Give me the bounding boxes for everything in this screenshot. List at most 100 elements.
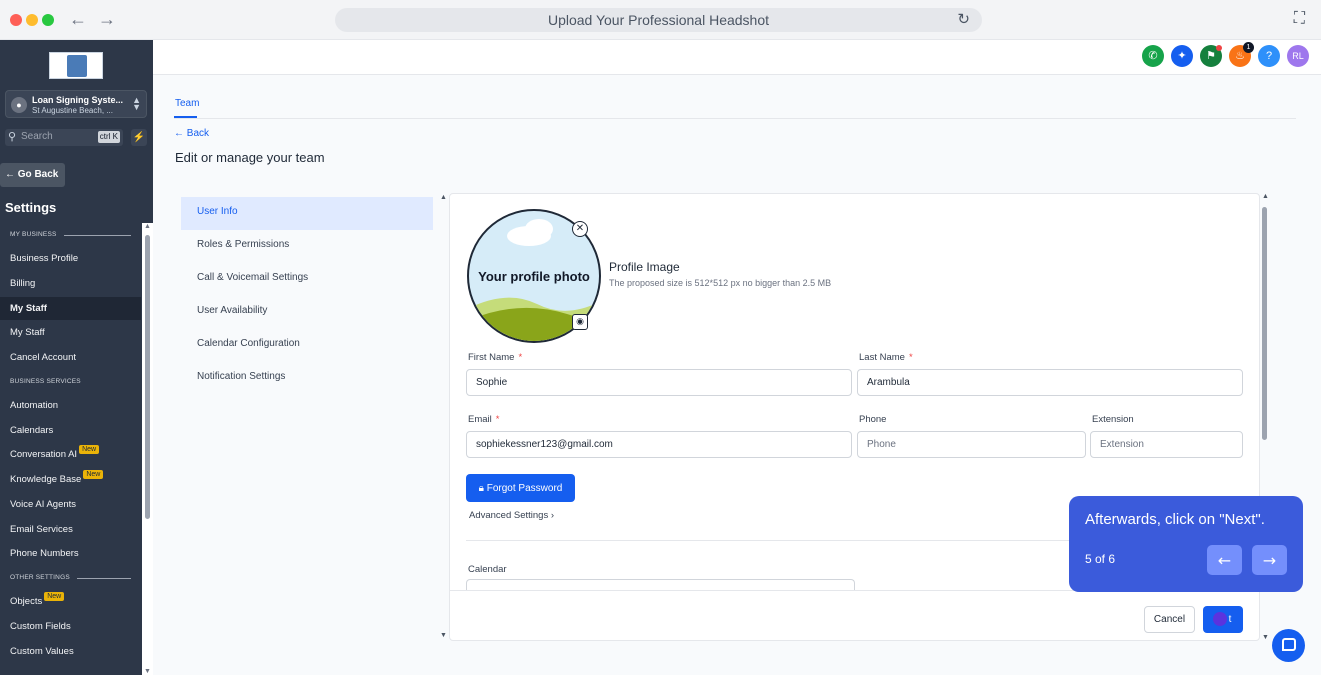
page-title: Edit or manage your team xyxy=(175,150,325,165)
section-other-settings: OTHER SETTINGS xyxy=(10,574,70,581)
page-title-in-address-bar: Upload Your Professional Headshot xyxy=(547,12,770,28)
sidebar-item-knowledge-base[interactable]: Knowledge Base New xyxy=(0,468,141,491)
email-field[interactable] xyxy=(466,431,852,458)
chevron-updown-icon: ▲ ▼ xyxy=(132,95,141,112)
profile-photo-text: Your profile photo xyxy=(478,269,590,284)
sidebar-search[interactable]: ⚲ Search ctrl K xyxy=(5,129,123,146)
browser-chrome: ← → Upload Your Professional Headshot ↻ … xyxy=(0,0,1321,40)
location-avatar-icon: ● xyxy=(11,97,27,113)
maximize-window-dot[interactable] xyxy=(42,14,54,26)
megaphone-icon[interactable]: ⚑ xyxy=(1200,45,1222,67)
help-icon[interactable]: ? xyxy=(1258,45,1280,67)
scroll-up-icon[interactable]: ▲ xyxy=(1262,193,1269,200)
email-label-text: Email xyxy=(468,414,492,425)
go-back-button[interactable]: ← Go Back xyxy=(0,163,65,187)
user-avatar[interactable]: RL xyxy=(1287,45,1309,67)
sidebar-item-automation[interactable]: Automation xyxy=(0,394,141,417)
profile-image-title: Profile Image xyxy=(609,260,680,274)
go-back-label: Go Back xyxy=(17,169,59,180)
phone-label: Phone xyxy=(859,414,887,425)
tooltip-next-button[interactable]: → xyxy=(1252,545,1287,575)
forgot-password-button[interactable]: 🔒︎ Forgot Password xyxy=(466,474,575,502)
location-name: Loan Signing Syste... xyxy=(32,95,124,105)
menu-item-user-availability[interactable]: User Availability xyxy=(181,296,433,329)
sidebar-scrollbar[interactable]: ▲ ▼ xyxy=(142,223,153,675)
sidebar-item-my-staff-active[interactable]: My Staff xyxy=(0,297,141,320)
address-bar[interactable]: Upload Your Professional Headshot ↻ xyxy=(335,8,982,32)
tooltip-instruction: Afterwards, click on "Next". xyxy=(1085,511,1265,528)
location-city: St Augustine Beach, ... xyxy=(32,106,113,115)
location-switcher[interactable]: ● Loan Signing Syste... St Augustine Bea… xyxy=(5,90,147,118)
chat-widget-button[interactable] xyxy=(1272,629,1305,662)
top-header: ✆ ✦ ⚑ ♨ 1 ? RL xyxy=(153,40,1321,75)
company-logo xyxy=(49,52,103,79)
menu-item-call-voicemail[interactable]: Call & Voicemail Settings xyxy=(181,263,433,296)
menu-item-notification-settings[interactable]: Notification Settings xyxy=(181,362,433,395)
sidebar-item-business-profile[interactable]: Business Profile xyxy=(0,247,141,270)
phone-icon[interactable]: ✆ xyxy=(1142,45,1164,67)
calendar-label: Calendar xyxy=(468,564,507,575)
settings-title: Settings xyxy=(5,200,57,215)
section-divider xyxy=(77,578,131,579)
card-scroll-thumb[interactable] xyxy=(1262,207,1267,440)
guide-tooltip: Afterwards, click on "Next". 5 of 6 ← → xyxy=(1069,496,1303,592)
tooltip-step-counter: 5 of 6 xyxy=(1085,552,1116,566)
tooltip-prev-button[interactable]: ← xyxy=(1207,545,1242,575)
sidebar-item-cancel-account[interactable]: Cancel Account xyxy=(0,346,141,369)
menu-item-calendar-configuration[interactable]: Calendar Configuration xyxy=(181,329,433,362)
sidebar-item-custom-values[interactable]: Custom Values xyxy=(0,640,141,663)
sidebar-scroll-thumb[interactable] xyxy=(145,235,150,519)
search-shortcut: ctrl K xyxy=(97,131,120,143)
fullscreen-icon[interactable]: ⛶ xyxy=(1294,10,1305,28)
browser-forward-icon[interactable]: → xyxy=(96,9,118,31)
reload-icon[interactable]: ↻ xyxy=(957,8,970,32)
cancel-button[interactable]: Cancel xyxy=(1144,606,1195,633)
new-badge: New xyxy=(44,592,65,601)
chevron-right-icon: › xyxy=(550,510,555,521)
sidebar-item-phone-numbers[interactable]: Phone Numbers xyxy=(0,542,141,565)
required-mark: * xyxy=(495,414,500,425)
phone-field[interactable] xyxy=(857,431,1086,458)
remove-photo-icon[interactable]: ✕ xyxy=(572,221,588,237)
last-name-field[interactable] xyxy=(857,369,1243,396)
first-name-field[interactable] xyxy=(466,369,852,396)
scroll-down-icon[interactable]: ▼ xyxy=(440,632,447,639)
search-placeholder: Search xyxy=(21,131,53,142)
close-window-dot[interactable] xyxy=(10,14,22,26)
browser-back-icon[interactable]: ← xyxy=(67,9,89,31)
notification-count: 1 xyxy=(1243,42,1254,53)
tab-divider xyxy=(174,118,1296,119)
unread-dot xyxy=(1216,45,1222,51)
sparkle-icon[interactable]: ✦ xyxy=(1171,45,1193,67)
sidebar-item-billing[interactable]: Billing xyxy=(0,272,141,295)
camera-icon[interactable]: ◉ xyxy=(572,314,588,330)
user-settings-menu: User Info Roles & Permissions Call & Voi… xyxy=(181,197,433,395)
sidebar-item-email-services[interactable]: Email Services xyxy=(0,518,141,541)
sidebar-item-custom-fields[interactable]: Custom Fields xyxy=(0,615,141,638)
minimize-window-dot[interactable] xyxy=(26,14,38,26)
email-label: Email * xyxy=(468,414,499,425)
last-name-label: Last Name * xyxy=(859,352,913,363)
sidebar-item-conversation-ai[interactable]: Conversation AI New xyxy=(0,443,141,466)
sidebar-item-my-staff[interactable]: My Staff xyxy=(0,321,141,344)
sidebar-item-voice-ai-agents[interactable]: Voice AI Agents xyxy=(0,493,141,516)
advanced-settings-toggle[interactable]: Advanced Settings › xyxy=(469,510,554,521)
scroll-up-icon[interactable]: ▲ xyxy=(144,223,151,230)
chat-bubble-icon xyxy=(1282,638,1296,651)
menu-item-user-info[interactable]: User Info xyxy=(181,197,433,230)
extension-field[interactable] xyxy=(1090,431,1243,458)
tab-team[interactable]: Team xyxy=(175,98,199,109)
sidebar-item-calendars[interactable]: Calendars xyxy=(0,419,141,442)
required-mark: * xyxy=(518,352,523,363)
scroll-down-icon[interactable]: ▼ xyxy=(144,668,151,675)
sidebar-item-objects[interactable]: Objects New xyxy=(0,590,141,613)
quick-action-bolt-icon[interactable]: ⚡ xyxy=(131,129,147,146)
new-badge: New xyxy=(79,445,100,454)
bell-icon[interactable]: ♨ 1 xyxy=(1229,42,1254,67)
sidebar-item-label: Objects xyxy=(10,596,43,607)
menu-item-roles-permissions[interactable]: Roles & Permissions xyxy=(181,230,433,263)
scroll-up-icon[interactable]: ▲ xyxy=(440,194,447,201)
first-name-label-text: First Name xyxy=(468,352,515,363)
back-link[interactable]: ← Back xyxy=(174,128,209,139)
scroll-down-icon[interactable]: ▼ xyxy=(1262,634,1269,641)
